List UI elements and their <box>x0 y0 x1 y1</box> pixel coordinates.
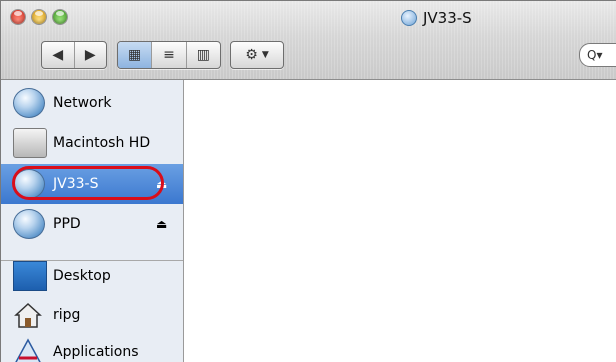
back-button[interactable]: ◀ <box>42 42 75 68</box>
back-arrow-icon: ◀ <box>52 47 64 63</box>
sidebar-item-label: Macintosh HD <box>53 135 151 151</box>
action-button-face: ⚙ ▼ <box>231 42 283 68</box>
title-bar[interactable]: JV33-S ◀ ▶ ▦ ≡ ▥ ⚙ ▼ Q▾ <box>1 1 616 80</box>
chevron-down-icon: ▼ <box>261 50 269 60</box>
forward-arrow-icon: ▶ <box>84 47 96 63</box>
home-icon <box>13 301 45 329</box>
applications-icon <box>13 338 45 362</box>
finder-window: JV33-S ◀ ▶ ▦ ≡ ▥ ⚙ ▼ Q▾ Network Macintos… <box>0 0 616 362</box>
globe-icon <box>401 10 417 26</box>
forward-button[interactable]: ▶ <box>75 42 107 68</box>
window-title-text: JV33-S <box>423 9 472 27</box>
toolbar: ◀ ▶ ▦ ≡ ▥ ⚙ ▼ Q▾ <box>1 41 616 75</box>
sidebar-item-desktop[interactable]: Desktop <box>1 256 183 296</box>
columns-icon: ▥ <box>196 47 210 63</box>
sidebar-item-applications[interactable]: Applications <box>1 332 183 362</box>
view-mode-control: ▦ ≡ ▥ <box>117 41 221 69</box>
sidebar-item-label: Applications <box>53 344 139 360</box>
window-title: JV33-S <box>401 9 472 27</box>
hard-drive-icon <box>13 128 47 158</box>
sidebar-item-label: Network <box>53 95 112 111</box>
annotation-highlight <box>12 166 164 200</box>
minimize-button[interactable] <box>32 10 46 24</box>
zoom-button[interactable] <box>53 10 67 24</box>
eject-icon[interactable]: ⏏ <box>156 217 167 231</box>
sidebar-item-label: Desktop <box>53 268 111 284</box>
sidebar-item-label: ripg <box>53 307 81 323</box>
back-forward-control: ◀ ▶ <box>41 41 107 69</box>
desktop-icon <box>13 261 47 291</box>
list-icon: ≡ <box>163 47 175 63</box>
sidebar-item-macintosh-hd[interactable]: Macintosh HD <box>1 123 183 163</box>
action-menu-button[interactable]: ⚙ ▼ <box>230 41 284 69</box>
search-icon: Q▾ <box>587 48 603 62</box>
grid-icon: ▦ <box>128 47 142 63</box>
sidebar-item-ripg[interactable]: ripg <box>1 295 183 335</box>
search-field[interactable]: Q▾ <box>579 43 616 67</box>
list-view-button[interactable]: ≡ <box>152 42 187 68</box>
sidebar-item-ppd[interactable]: PPD ⏏ <box>1 204 183 244</box>
gear-icon: ⚙ <box>245 47 258 63</box>
globe-icon <box>13 88 45 118</box>
sidebar: Network Macintosh HD JV33-S ⏏ PPD ⏏ Desk… <box>1 80 184 362</box>
sidebar-item-network[interactable]: Network <box>1 83 183 123</box>
traffic-lights <box>11 10 67 24</box>
column-view-button[interactable]: ▥ <box>187 42 220 68</box>
sidebar-item-label: PPD <box>53 216 81 232</box>
close-button[interactable] <box>11 10 25 24</box>
file-browser-content[interactable] <box>185 80 616 362</box>
globe-icon <box>13 209 45 239</box>
icon-view-button[interactable]: ▦ <box>118 42 153 68</box>
